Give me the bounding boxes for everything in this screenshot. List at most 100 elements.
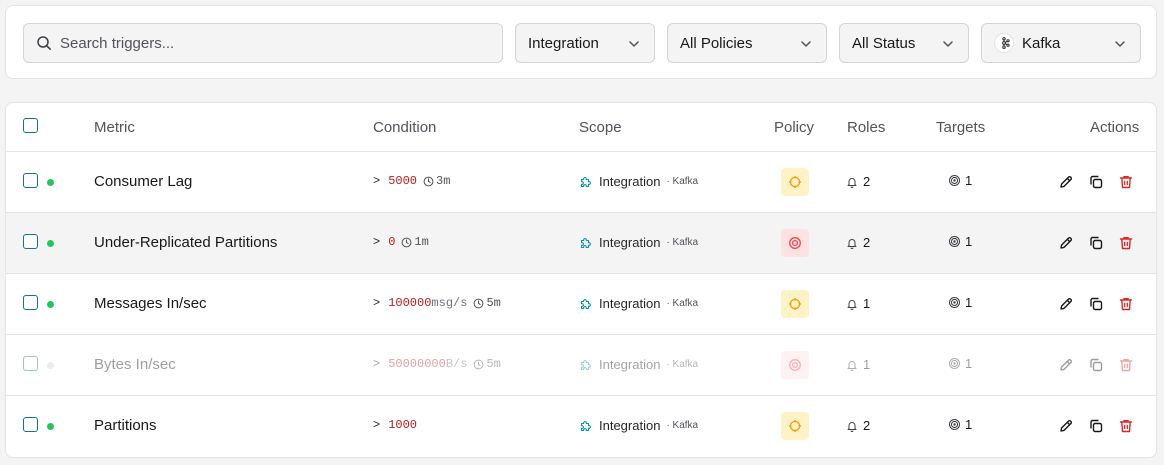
scope-integration: · Kafka bbox=[666, 420, 699, 431]
kafka-icon bbox=[994, 33, 1014, 53]
delete-button[interactable] bbox=[1116, 416, 1136, 436]
row-checkbox[interactable] bbox=[23, 295, 38, 310]
header-targets[interactable]: Targets bbox=[936, 119, 985, 136]
policy-badge[interactable] bbox=[781, 412, 809, 440]
scope-select[interactable]: Integration bbox=[515, 23, 655, 63]
clock-icon bbox=[402, 237, 412, 247]
metric-name[interactable]: Partitions bbox=[94, 417, 157, 434]
row-checkbox[interactable] bbox=[23, 173, 38, 188]
chevron-down-icon bbox=[629, 41, 639, 47]
status-select-value: All Status bbox=[852, 34, 916, 52]
header-roles[interactable]: Roles bbox=[847, 119, 885, 136]
duplicate-button[interactable] bbox=[1086, 416, 1106, 436]
duplicate-button[interactable] bbox=[1086, 233, 1106, 253]
roles-count: 2 bbox=[846, 174, 870, 189]
duration-value: 1m bbox=[414, 235, 429, 249]
policy-badge[interactable] bbox=[781, 229, 809, 257]
target-icon bbox=[789, 237, 801, 249]
condition-duration: 5m bbox=[473, 357, 501, 371]
roles-count: 2 bbox=[846, 235, 870, 250]
condition: > 0 1m bbox=[373, 235, 429, 249]
pencil-icon bbox=[1058, 357, 1074, 373]
search-input[interactable] bbox=[60, 34, 480, 52]
targets-count: 1 bbox=[948, 295, 972, 310]
status-dot bbox=[47, 423, 54, 430]
status-select[interactable]: All Status bbox=[839, 23, 969, 63]
targets-count: 1 bbox=[948, 356, 972, 371]
policy-badge[interactable] bbox=[781, 351, 809, 379]
metric-name[interactable]: Under-Replicated Partitions bbox=[94, 234, 277, 251]
edit-button[interactable] bbox=[1056, 355, 1076, 375]
condition-duration: 5m bbox=[473, 296, 501, 310]
delete-button[interactable] bbox=[1116, 233, 1136, 253]
policy-badge[interactable] bbox=[781, 168, 809, 196]
header-condition[interactable]: Condition bbox=[373, 119, 436, 136]
delete-button[interactable] bbox=[1116, 172, 1136, 192]
table-row[interactable]: Messages In/sec > 100000 msg/s 5m Integr… bbox=[6, 274, 1156, 335]
status-dot bbox=[47, 179, 54, 186]
table-row[interactable]: Partitions > 1000 Integration · Kafka 2 … bbox=[6, 396, 1156, 457]
trash-icon bbox=[1118, 174, 1134, 190]
metric-name[interactable]: Consumer Lag bbox=[94, 173, 192, 190]
puzzle-icon bbox=[580, 420, 591, 431]
copy-icon bbox=[1088, 235, 1104, 251]
edit-button[interactable] bbox=[1056, 172, 1076, 192]
targets-value: 1 bbox=[965, 173, 973, 188]
integration-select[interactable]: Kafka bbox=[981, 23, 1141, 63]
condition-operator: > bbox=[373, 174, 381, 188]
scope-label: Integration bbox=[599, 174, 661, 189]
condition-operator: > bbox=[373, 418, 381, 432]
policy-select[interactable]: All Policies bbox=[667, 23, 827, 63]
condition-value: 1000 bbox=[388, 418, 418, 432]
bell-icon bbox=[847, 360, 857, 371]
bell-icon bbox=[847, 238, 857, 249]
bell-icon bbox=[847, 299, 857, 310]
duplicate-button[interactable] bbox=[1086, 172, 1106, 192]
policy-badge[interactable] bbox=[781, 290, 809, 318]
table-row[interactable]: Consumer Lag > 5000 3m Integration · Kaf… bbox=[6, 152, 1156, 213]
duration-value: 5m bbox=[486, 357, 501, 371]
crosshair-icon bbox=[789, 176, 801, 188]
search-box[interactable] bbox=[23, 23, 503, 63]
duplicate-button[interactable] bbox=[1086, 294, 1106, 314]
status-dot bbox=[47, 362, 54, 369]
row-checkbox[interactable] bbox=[23, 356, 38, 371]
scope: Integration · Kafka bbox=[579, 357, 698, 372]
metric-name[interactable]: Messages In/sec bbox=[94, 295, 207, 312]
table-row[interactable]: Under-Replicated Partitions > 0 1m Integ… bbox=[6, 213, 1156, 274]
duplicate-button[interactable] bbox=[1086, 355, 1106, 375]
copy-icon bbox=[1088, 357, 1104, 373]
edit-button[interactable] bbox=[1056, 233, 1076, 253]
header-scope[interactable]: Scope bbox=[579, 119, 622, 136]
edit-button[interactable] bbox=[1056, 294, 1076, 314]
delete-button[interactable] bbox=[1116, 355, 1136, 375]
targets-count: 1 bbox=[948, 234, 972, 249]
chevron-down-icon bbox=[801, 41, 811, 47]
puzzle-icon bbox=[580, 359, 591, 370]
clock-icon bbox=[474, 359, 484, 369]
condition: > 5000 3m bbox=[373, 174, 450, 188]
roles-count: 2 bbox=[846, 418, 870, 433]
targets-value: 1 bbox=[965, 356, 973, 371]
scope-label: Integration bbox=[599, 235, 661, 250]
roles-value: 2 bbox=[863, 418, 871, 433]
scope-integration: · Kafka bbox=[666, 359, 699, 370]
roles-count: 1 bbox=[846, 357, 870, 372]
policy-select-value: All Policies bbox=[680, 34, 753, 52]
table-row[interactable]: Bytes In/sec > 50000000 B/s 5m Integrati… bbox=[6, 335, 1156, 396]
row-checkbox[interactable] bbox=[23, 234, 38, 249]
targets-count: 1 bbox=[948, 417, 972, 432]
integration-select-value: Kafka bbox=[1022, 34, 1061, 52]
delete-button[interactable] bbox=[1116, 294, 1136, 314]
edit-button[interactable] bbox=[1056, 416, 1076, 436]
row-checkbox[interactable] bbox=[23, 417, 38, 432]
trash-icon bbox=[1118, 357, 1134, 373]
trash-icon bbox=[1118, 296, 1134, 312]
metric-name[interactable]: Bytes In/sec bbox=[94, 356, 176, 373]
crosshair-icon bbox=[789, 420, 801, 432]
header-metric[interactable]: Metric bbox=[94, 119, 135, 136]
chevron-down-icon bbox=[943, 41, 953, 47]
header-policy[interactable]: Policy bbox=[774, 119, 814, 136]
select-all-checkbox[interactable] bbox=[23, 118, 38, 133]
search-icon bbox=[37, 36, 51, 50]
